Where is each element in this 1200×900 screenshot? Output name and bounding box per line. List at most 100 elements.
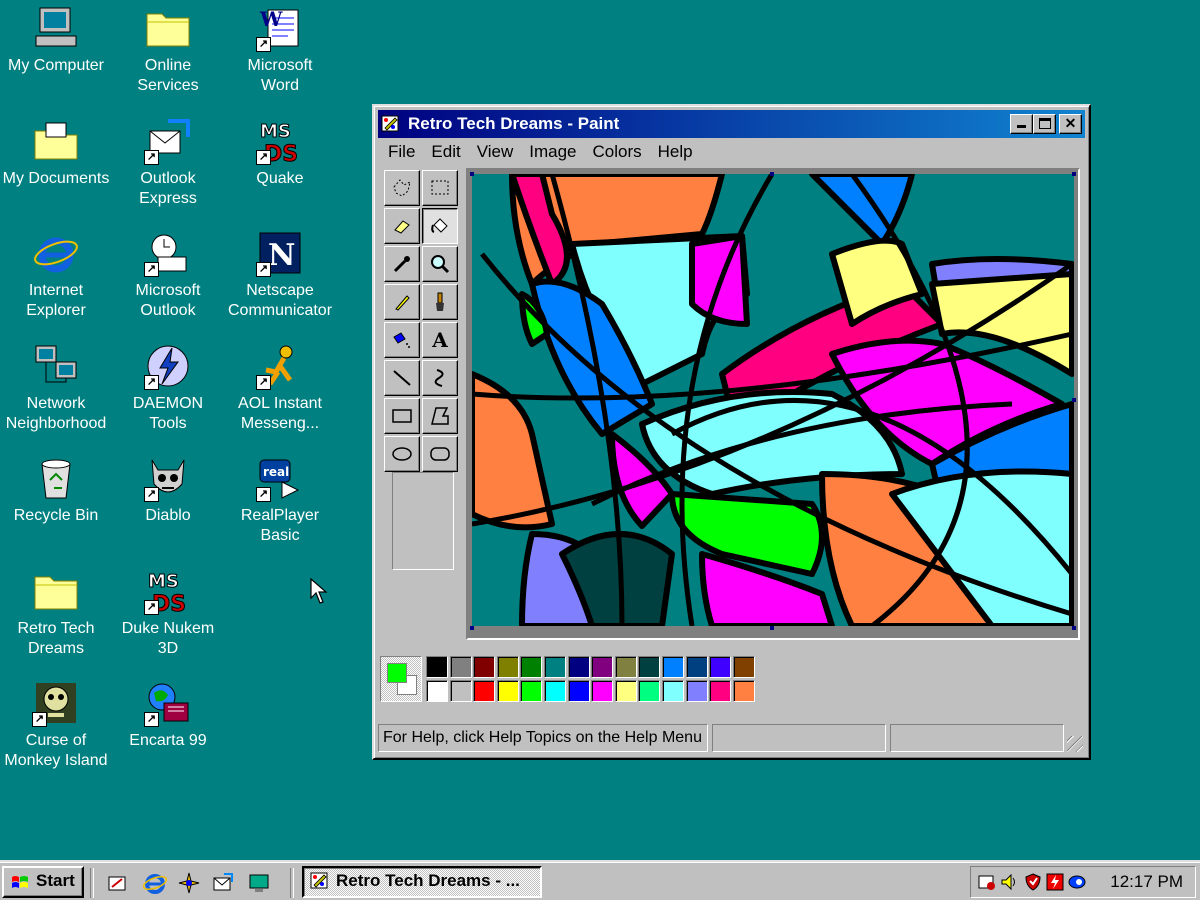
palette-color-swatch[interactable] xyxy=(709,656,732,678)
pick-color-tool[interactable] xyxy=(384,246,420,282)
line-tool[interactable] xyxy=(384,360,420,396)
palette-color-swatch[interactable] xyxy=(662,680,684,702)
resize-handle[interactable] xyxy=(1072,172,1076,176)
quicklaunch-app[interactable] xyxy=(176,870,202,896)
title-bar[interactable]: Retro Tech Dreams - Paint ✕ xyxy=(378,110,1085,138)
palette-color-swatch[interactable] xyxy=(426,656,448,678)
palette-color-swatch[interactable] xyxy=(662,656,684,678)
desktop-icon-realplayer[interactable]: real ↗ RealPlayer Basic xyxy=(223,454,337,546)
palette-color-swatch[interactable] xyxy=(496,656,519,678)
desktop-icon-aim[interactable]: ↗ AOL Instant Messeng... xyxy=(223,342,337,434)
palette-color-swatch[interactable] xyxy=(426,680,448,702)
menu-view[interactable]: View xyxy=(467,140,520,162)
rectangle-tool[interactable] xyxy=(384,398,420,434)
palette-color-swatch[interactable] xyxy=(449,656,472,678)
ellipse-tool[interactable] xyxy=(384,436,420,472)
menu-file[interactable]: File xyxy=(378,140,421,162)
menu-help[interactable]: Help xyxy=(648,140,699,162)
palette-color-swatch[interactable] xyxy=(732,680,755,702)
palette-color-swatch[interactable] xyxy=(732,656,755,678)
palette-color-swatch[interactable] xyxy=(614,680,637,702)
desktop-icon-internet-explorer[interactable]: Internet Explorer xyxy=(0,229,113,321)
desktop-icon-word[interactable]: W ↗ Microsoft Word xyxy=(223,4,337,96)
palette-color-swatch[interactable] xyxy=(544,680,566,702)
taskbar-paint-window-button[interactable]: Retro Tech Dreams - ... xyxy=(302,866,542,898)
desktop-icon-recycle-bin[interactable]: Recycle Bin xyxy=(0,454,113,526)
desktop-icon-folder[interactable]: Retro Tech Dreams xyxy=(0,567,113,659)
desktop-icon-network[interactable]: Network Neighborhood xyxy=(0,342,113,434)
resize-handle[interactable] xyxy=(470,626,474,630)
quicklaunch-internet-explorer[interactable] xyxy=(142,870,168,896)
desktop-icon-quake[interactable]: MS DS ↗ Quake xyxy=(223,117,337,189)
quicklaunch-channels[interactable] xyxy=(246,870,272,896)
tray-app-icon[interactable] xyxy=(977,872,997,892)
start-button[interactable]: Start xyxy=(2,866,84,898)
resize-handle[interactable] xyxy=(770,626,774,630)
eraser-tool[interactable] xyxy=(384,208,420,244)
fill-tool[interactable] xyxy=(422,208,458,244)
pencil-tool[interactable] xyxy=(384,284,420,320)
messenger-tray-icon[interactable] xyxy=(1067,872,1087,892)
resize-handle[interactable] xyxy=(770,172,774,176)
volume-icon[interactable] xyxy=(999,872,1019,892)
palette-color-swatch[interactable] xyxy=(638,656,661,678)
palette-color-swatch[interactable] xyxy=(685,680,708,702)
palette-color-swatch[interactable] xyxy=(520,680,543,702)
palette-color-swatch[interactable] xyxy=(591,680,614,702)
palette-color-swatch[interactable] xyxy=(709,680,732,702)
desktop-icon-encarta[interactable]: ↗ Encarta 99 xyxy=(111,679,225,751)
canvas-scroll-area[interactable] xyxy=(466,168,1080,640)
desktop-icon-monkey-island[interactable]: ↗ Curse of Monkey Island xyxy=(0,679,113,771)
palette-color-swatch[interactable] xyxy=(591,656,614,678)
palette-color-swatch[interactable] xyxy=(567,680,590,702)
menu-colors[interactable]: Colors xyxy=(583,140,648,162)
quicklaunch-show-desktop[interactable] xyxy=(104,870,130,896)
palette-color-swatch[interactable] xyxy=(496,680,519,702)
palette-color-swatch[interactable] xyxy=(473,680,496,702)
tool-options-box[interactable] xyxy=(392,472,454,570)
airbrush-tool[interactable] xyxy=(384,322,420,358)
select-tool[interactable] xyxy=(422,170,458,206)
rounded-rectangle-tool[interactable] xyxy=(422,436,458,472)
desktop-icon-folder[interactable]: Online Services xyxy=(111,4,225,96)
palette-color-swatch[interactable] xyxy=(567,656,590,678)
desktop-icon-my-documents[interactable]: My Documents xyxy=(0,117,113,189)
svg-text:real: real xyxy=(263,465,289,479)
desktop-icon-outlook-express[interactable]: ↗ Outlook Express xyxy=(111,117,225,209)
close-button[interactable]: ✕ xyxy=(1059,114,1082,134)
polygon-tool[interactable] xyxy=(422,398,458,434)
desktop-icon-outlook[interactable]: ↗ Microsoft Outlook xyxy=(111,229,225,321)
desktop-icon-diablo[interactable]: ↗ Diablo xyxy=(111,454,225,526)
desktop-icon-my-computer[interactable]: My Computer xyxy=(0,4,113,76)
palette-color-swatch[interactable] xyxy=(614,656,637,678)
palette-color-swatch[interactable] xyxy=(638,680,661,702)
curve-tool[interactable] xyxy=(422,360,458,396)
menu-image[interactable]: Image xyxy=(519,140,582,162)
resize-handle[interactable] xyxy=(1072,398,1076,402)
outlook-express-icon: ↗ xyxy=(144,117,192,165)
desktop-icon-daemon-tools[interactable]: ↗ DAEMON Tools xyxy=(111,342,225,434)
daemon-tools-tray-icon[interactable] xyxy=(1045,872,1065,892)
menu-edit[interactable]: Edit xyxy=(421,140,466,162)
palette-color-swatch[interactable] xyxy=(473,656,496,678)
palette-color-swatch[interactable] xyxy=(685,656,708,678)
desktop-icon-netscape[interactable]: N ↗ Netscape Communicator xyxy=(223,229,337,321)
text-tool[interactable]: A xyxy=(422,322,458,358)
minimize-button[interactable] xyxy=(1010,114,1033,134)
resize-grip[interactable] xyxy=(1067,736,1083,752)
resize-handle[interactable] xyxy=(470,172,474,176)
drawing-canvas[interactable] xyxy=(469,171,1075,629)
brush-tool[interactable] xyxy=(422,284,458,320)
quicklaunch-outlook-express[interactable] xyxy=(210,870,236,896)
desktop-icon-duke-nukem[interactable]: MS DS ↗ Duke Nukem 3D xyxy=(111,567,225,659)
maximize-button[interactable] xyxy=(1033,114,1056,134)
magnifier-tool[interactable] xyxy=(422,246,458,282)
resize-handle[interactable] xyxy=(1072,626,1076,630)
free-form-select-tool[interactable] xyxy=(384,170,420,206)
paint-window[interactable]: Retro Tech Dreams - Paint ✕ File Edit View… xyxy=(372,104,1091,760)
palette-color-swatch[interactable] xyxy=(449,680,472,702)
palette-color-swatch[interactable] xyxy=(544,656,566,678)
paint-bucket-icon xyxy=(431,218,448,233)
palette-color-swatch[interactable] xyxy=(520,656,543,678)
antivirus-shield-icon[interactable] xyxy=(1023,872,1043,892)
